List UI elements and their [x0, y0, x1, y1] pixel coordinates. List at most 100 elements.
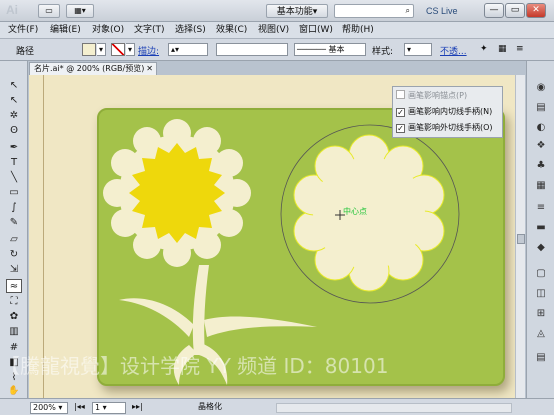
menu-help[interactable]: 帮助(H) [342, 24, 374, 37]
opacity-link[interactable]: 不透... [440, 44, 467, 57]
rectangle-tool-icon[interactable]: ▭ [6, 186, 22, 200]
menu-item-affect-out-tangent[interactable]: ✓ 画笔影响外切线手柄(O) [396, 121, 493, 135]
stroke-weight-field[interactable]: ▴▾ [168, 43, 208, 56]
control-bar: 路径 ▾ ▾ 描边: ▴▾ ────── 基本 样式: ▾ 不透... ✦ ▦ … [0, 39, 554, 61]
maximize-button[interactable]: ▭ [505, 3, 525, 18]
lasso-tool-icon[interactable]: ʘ [6, 124, 22, 138]
menu-edit[interactable]: 编辑(E) [50, 24, 81, 37]
menu-view[interactable]: 视图(V) [258, 24, 289, 37]
current-tool-label: 晶格化 [198, 402, 222, 411]
close-tab-icon[interactable]: ✕ [146, 63, 153, 75]
align-icon[interactable]: ▦ [498, 44, 507, 54]
menu-bar: 文件(F) 编辑(E) 对象(O) 文字(T) 选择(S) 效果(C) 视图(V… [0, 22, 554, 39]
symbol-sprayer-tool-icon[interactable]: ✿ [6, 310, 22, 324]
stroke-link[interactable]: 描边: [138, 44, 159, 57]
minimize-button[interactable]: — [484, 3, 504, 18]
fill-swatch[interactable] [82, 43, 96, 56]
menu-effect[interactable]: 效果(C) [216, 24, 247, 37]
horizontal-scrollbar[interactable] [276, 403, 512, 413]
variable-width-dropdown[interactable] [216, 43, 288, 56]
cs-live-button[interactable]: CS Live [426, 4, 458, 18]
flower-stem [192, 265, 209, 355]
cs-live-label: CS Live [426, 6, 458, 16]
transparency-panel-icon[interactable]: ◆ [534, 241, 548, 254]
search-icon: ⌕ [405, 6, 410, 15]
close-button[interactable]: ✕ [526, 3, 546, 18]
appearance-panel-icon[interactable]: ▢ [534, 267, 548, 280]
fill-dropdown[interactable]: ▾ [97, 43, 106, 56]
type-tool-icon[interactable]: T [6, 156, 22, 170]
panel-dock: ◉ ▤ ◐ ❖ ♣ ▦ ≡ ▬ ◆ ▢ ◫ ⊞ ◬ ▤ [526, 61, 554, 398]
scalloped-flower [293, 134, 445, 292]
graphic-styles-panel-icon[interactable]: ▦ [534, 179, 548, 192]
workspace-switcher[interactable]: 基本功能▾ [266, 4, 328, 18]
vertical-scroll-thumb[interactable] [517, 234, 525, 244]
center-point-label: 中心点 [343, 206, 367, 216]
stroke-swatch[interactable] [111, 43, 125, 56]
pen-tool-icon[interactable]: ✒ [6, 141, 22, 155]
symbols-panel-icon[interactable]: ♣ [534, 159, 548, 172]
checkbox-affect-out-tangent[interactable]: ✓ [396, 124, 405, 133]
free-transform-tool-icon[interactable]: ⛶ [6, 295, 22, 309]
eraser-tool-icon[interactable]: ▱ [6, 233, 22, 247]
arrange-documents-button[interactable]: ▦▾ [66, 4, 94, 18]
flower-leaf-right [204, 316, 317, 337]
recolor-icon[interactable]: ✦ [480, 44, 488, 54]
menu-type[interactable]: 文字(T) [134, 24, 165, 37]
watermark-text: 【騰龍視覺】设计学院 YY 频道 ID：80101 [0, 354, 389, 378]
document-tab[interactable]: 名片.ai* @ 200% (RGB/预览) ✕ [29, 62, 157, 75]
brushes-panel-icon[interactable]: ❖ [534, 139, 548, 152]
rotate-tool-icon[interactable]: ↻ [6, 248, 22, 262]
vertical-scrollbar[interactable] [515, 75, 525, 398]
magic-wand-tool-icon[interactable]: ✲ [6, 109, 22, 123]
flower-leaf-left [119, 298, 194, 337]
bridge-button[interactable]: ▭ [38, 4, 60, 18]
color-panel-icon[interactable]: ◉ [534, 81, 548, 94]
next-artboard-button[interactable]: ▸▸| [130, 402, 150, 414]
brush-style-label: 基本 [328, 45, 345, 54]
pencil-tool-icon[interactable]: ✎ [6, 216, 22, 230]
tools-panel: ↖ ↖ ✲ ʘ ✒ T ╲ ▭ ∫ ✎ ▱ ↻ ⇲ ≈ ⛶ ✿ ▥ # ◧ ⌇ … [0, 61, 28, 398]
swatches-panel-icon[interactable]: ◐ [534, 121, 548, 134]
menu-file[interactable]: 文件(F) [8, 24, 38, 37]
menu-item-affect-anchors[interactable]: 画笔影响锚点(P) [396, 89, 467, 103]
color-guide-panel-icon[interactable]: ▤ [534, 101, 548, 114]
layers-panel-icon[interactable]: ▤ [534, 351, 548, 364]
paintbrush-tool-icon[interactable]: ∫ [6, 201, 22, 215]
artboard-number-field[interactable]: 1 ▾ [92, 402, 126, 414]
status-bar: 200% ▾ |◂◂ 1 ▾ ▸▸| 晶格化 [0, 398, 554, 415]
pathfinder-panel-icon[interactable]: ◬ [534, 327, 548, 340]
transform-panel-icon[interactable]: ⊞ [534, 307, 548, 320]
gradient-panel-icon[interactable]: ▬ [534, 221, 548, 234]
app-logo: Ai [6, 3, 18, 17]
align-panel-icon[interactable]: ◫ [534, 287, 548, 300]
brush-options-menu: 画笔影响锚点(P) ✓ 画笔影响内切线手柄(N) ✓ 画笔影响外切线手柄(O) [392, 86, 503, 138]
graphic-style-dropdown[interactable]: ▾ [404, 43, 432, 56]
menu-item-affect-in-tangent[interactable]: ✓ 画笔影响内切线手柄(N) [396, 105, 492, 119]
first-artboard-button[interactable]: |◂◂ [72, 402, 88, 414]
workspace-label: 基本功能 [276, 7, 313, 17]
menu-select[interactable]: 选择(S) [175, 24, 206, 37]
checkbox-affect-anchors[interactable] [396, 90, 405, 99]
brush-definition-dropdown[interactable]: ────── 基本 [294, 43, 366, 56]
stroke-panel-icon[interactable]: ≡ [534, 201, 548, 214]
sunflower-petals [103, 119, 251, 267]
search-input[interactable]: ⌕ [334, 4, 414, 18]
chevron-down-icon: ▾ [312, 7, 318, 17]
checkbox-affect-in-tangent[interactable]: ✓ [396, 108, 405, 117]
warp-tool-icon[interactable]: ≈ [6, 279, 22, 293]
document-title: 名片.ai* @ 200% (RGB/预览) [34, 64, 145, 73]
menu-window[interactable]: 窗口(W) [299, 24, 333, 37]
object-type-label: 路径 [16, 47, 35, 57]
hand-tool-icon[interactable]: ✋ [6, 384, 22, 398]
zoom-field[interactable]: 200% ▾ [30, 402, 68, 414]
selection-tool-icon[interactable]: ↖ [6, 79, 22, 93]
line-tool-icon[interactable]: ╲ [6, 171, 22, 185]
graph-tool-icon[interactable]: ▥ [6, 325, 22, 339]
title-bar: Ai ▭ ▦▾ 基本功能▾ ⌕ CS Live — ▭ ✕ [0, 0, 554, 22]
direct-selection-tool-icon[interactable]: ↖ [6, 94, 22, 108]
stroke-dropdown[interactable]: ▾ [126, 43, 135, 56]
menu-object[interactable]: 对象(O) [92, 24, 124, 37]
panel-menu-icon[interactable]: ≡ [516, 44, 524, 54]
scale-tool-icon[interactable]: ⇲ [6, 263, 22, 277]
